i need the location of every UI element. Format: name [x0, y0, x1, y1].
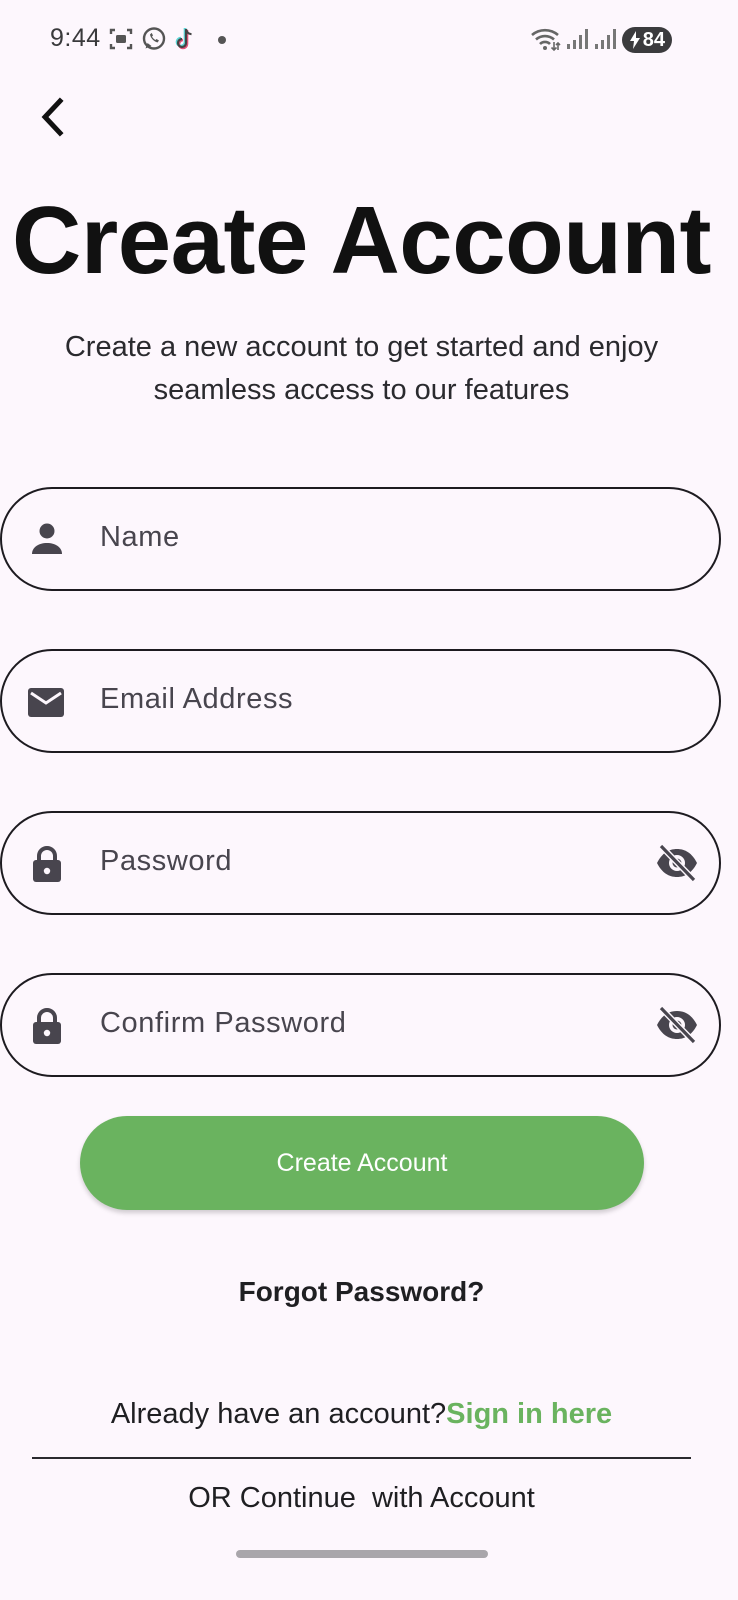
chevron-left-icon	[41, 97, 64, 137]
already-have-account-text: Already have an account?	[110, 1398, 447, 1430]
signal-icon	[567, 29, 588, 49]
mail-icon	[28, 688, 64, 717]
divider	[32, 1457, 691, 1459]
status-time: 9:44	[50, 24, 101, 52]
eye-off-icon[interactable]	[655, 1005, 699, 1045]
password-field[interactable]: Password	[0, 811, 721, 915]
signin-row: Already have an account?Sign in here	[0, 1398, 723, 1431]
confirm-password-placeholder: Confirm Password	[100, 1007, 347, 1039]
screenshot-icon	[109, 28, 133, 50]
whatsapp-icon	[142, 27, 166, 50]
sign-in-link[interactable]: Sign in here	[446, 1398, 612, 1430]
create-account-button[interactable]: Create Account	[80, 1116, 644, 1210]
confirm-password-field[interactable]: Confirm Password	[0, 973, 721, 1077]
eye-off-icon[interactable]	[655, 843, 699, 883]
battery-level: 84	[642, 28, 665, 51]
password-placeholder: Password	[100, 845, 233, 877]
signal-icon	[595, 29, 616, 49]
battery-indicator: 84	[622, 27, 672, 53]
home-indicator[interactable]	[236, 1550, 488, 1558]
lock-icon	[33, 846, 61, 882]
battery-charging-icon	[630, 31, 640, 49]
lock-icon	[33, 1008, 61, 1044]
page-title: Create Account	[12, 187, 711, 294]
or-continue-text: OR Continue with Account	[188, 1482, 535, 1514]
back-button[interactable]	[28, 92, 78, 142]
email-field[interactable]: Email Address	[0, 649, 721, 753]
status-bar: 9:44 84	[0, 0, 738, 82]
wifi-icon	[531, 28, 561, 52]
person-icon	[32, 523, 62, 554]
email-placeholder: Email Address	[100, 683, 294, 715]
name-placeholder: Name	[100, 521, 180, 553]
forgot-password-link[interactable]: Forgot Password?	[0, 1276, 723, 1308]
page-subtitle: Create a new account to get started and …	[64, 331, 659, 406]
tiktok-icon	[175, 28, 192, 50]
name-field[interactable]: Name	[0, 487, 721, 591]
notification-dot	[218, 36, 226, 44]
